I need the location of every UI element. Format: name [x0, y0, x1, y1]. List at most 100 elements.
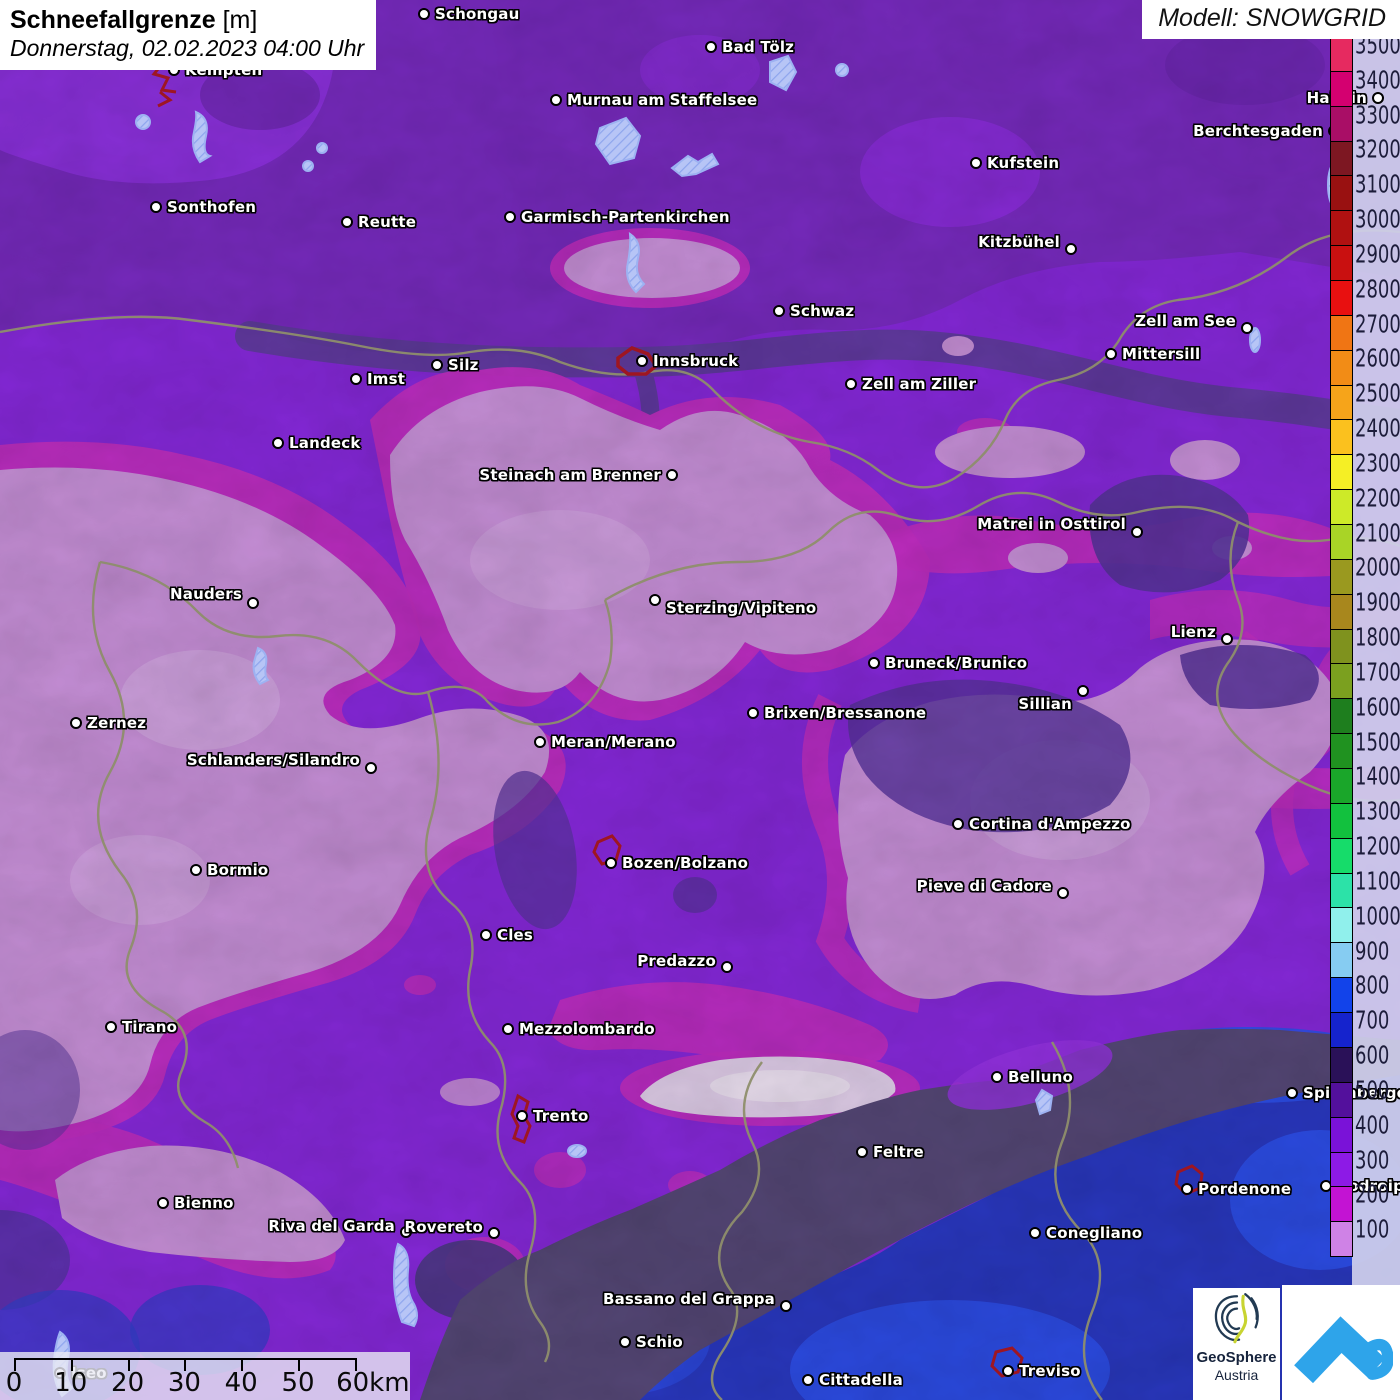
city-dot-icon	[802, 1374, 814, 1386]
colorbar-segment-2900	[1331, 245, 1352, 280]
city-landeck: Landeck	[272, 434, 361, 452]
city-label: Kitzbühel	[978, 233, 1060, 251]
city-label: Pieve di Cadore	[917, 877, 1052, 895]
colorbar-segment-1100	[1331, 873, 1352, 908]
colorbar-segment-2100	[1331, 524, 1352, 559]
colorbar-segment-100	[1331, 1221, 1352, 1256]
city-label: Matrei in Osttirol	[977, 515, 1126, 533]
city-dot-icon	[666, 469, 678, 481]
colorbar-segment-3000	[1331, 210, 1352, 245]
city-schio: Schio	[619, 1333, 683, 1351]
city-mittersill: Mittersill	[1105, 345, 1200, 363]
scalebar-label: 20	[111, 1368, 144, 1398]
colorbar-segment-2600	[1331, 350, 1352, 385]
colorbar-segment-900	[1331, 942, 1352, 977]
city-rovereto: Rovereto	[405, 1224, 500, 1242]
colorbar-segment-2400	[1331, 419, 1352, 454]
city-dot-icon	[649, 594, 661, 606]
city-label: Schlanders/Silandro	[187, 751, 360, 769]
city-label: Schwaz	[790, 302, 854, 320]
colorbar-segment-3100	[1331, 175, 1352, 210]
scalebar-label: 0	[6, 1368, 23, 1398]
city-zell-am-see: Zell am See	[1135, 319, 1253, 337]
city-label: Riva del Garda	[268, 1217, 395, 1235]
scalebar-label: 40	[225, 1368, 258, 1398]
city-belluno: Belluno	[991, 1068, 1073, 1086]
city-dot-icon	[991, 1071, 1003, 1083]
scalebar-label: 60km	[336, 1368, 409, 1398]
city-label: Mittersill	[1122, 345, 1200, 363]
city-cittadella: Cittadella	[802, 1371, 903, 1389]
city-tirano: Tirano	[105, 1018, 177, 1036]
city-meran-merano: Meran/Merano	[534, 733, 676, 751]
city-label: Tirano	[122, 1018, 177, 1036]
city-label: Zell am See	[1135, 312, 1236, 330]
city-dot-icon	[1241, 322, 1253, 334]
colorbar-segment-2500	[1331, 385, 1352, 420]
city-mezzolombardo: Mezzolombardo	[502, 1020, 655, 1038]
city-reutte: Reutte	[341, 213, 416, 231]
city-sterzing-vipiteno: Sterzing/Vipiteno	[649, 591, 816, 609]
colorbar-segment-1800	[1331, 629, 1352, 664]
city-label: Silz	[448, 356, 479, 374]
city-dot-icon	[1002, 1365, 1014, 1377]
city-riva-del-garda: Riva del Garda	[268, 1223, 412, 1241]
scalebar: 0 10 20 30 40 50 60km	[0, 1352, 410, 1400]
city-dot-icon	[365, 762, 377, 774]
city-dot-icon	[605, 857, 617, 869]
city-label: Feltre	[873, 1143, 924, 1161]
city-bienno: Bienno	[157, 1194, 234, 1212]
city-dot-icon	[480, 929, 492, 941]
city-label: Steinach am Brenner	[479, 466, 661, 484]
city-dot-icon	[970, 157, 982, 169]
city-dot-icon	[157, 1197, 169, 1209]
city-label: Pordenone	[1198, 1180, 1291, 1198]
city-schwaz: Schwaz	[773, 302, 854, 320]
city-label: Cittadella	[819, 1371, 903, 1389]
model-label: Modell: SNOWGRID	[1142, 0, 1400, 39]
scalebar-label: 30	[168, 1368, 201, 1398]
city-label: Conegliano	[1046, 1224, 1142, 1242]
city-dot-icon	[1372, 92, 1384, 104]
city-dot-icon	[272, 437, 284, 449]
city-dot-icon	[418, 8, 430, 20]
city-label: Murnau am Staffelsee	[567, 91, 757, 109]
colorbar-segment-300	[1331, 1152, 1352, 1187]
city-label: Innsbruck	[653, 352, 738, 370]
title-main: Schneefallgrenze	[10, 6, 216, 34]
city-label: Landeck	[289, 434, 361, 452]
city-dot-icon	[150, 201, 162, 213]
colorbar-segment-400	[1331, 1117, 1352, 1152]
city-cles: Cles	[480, 926, 533, 944]
city-cortina-d-ampezzo: Cortina d'Ampezzo	[952, 815, 1131, 833]
city-zell-am-ziller: Zell am Ziller	[845, 375, 976, 393]
scalebar-label: 50	[281, 1368, 314, 1398]
city-dot-icon	[636, 355, 648, 367]
city-dot-icon	[550, 94, 562, 106]
mountain-icon	[1289, 1291, 1393, 1395]
city-dot-icon	[1065, 243, 1077, 255]
city-dot-icon	[350, 373, 362, 385]
city-label: Reutte	[358, 213, 416, 231]
city-dot-icon	[619, 1336, 631, 1348]
city-garmisch-partenkirchen: Garmisch-Partenkirchen	[504, 208, 730, 226]
scalebar-label: 10	[54, 1368, 87, 1398]
page-title: Schneefallgrenze [m]	[10, 6, 364, 35]
city-feltre: Feltre	[856, 1143, 924, 1161]
geosphere-contour-icon	[1206, 1288, 1268, 1350]
city-dot-icon	[845, 378, 857, 390]
city-murnau-am-staffelsee: Murnau am Staffelsee	[550, 91, 757, 109]
city-pordenone: Pordenone	[1181, 1180, 1291, 1198]
colorbar-segment-1000	[1331, 907, 1352, 942]
city-label: Lienz	[1171, 623, 1216, 641]
city-matrei-in-osttirol: Matrei in Osttirol	[977, 523, 1143, 541]
city-dot-icon	[516, 1110, 528, 1122]
geosphere-name: GeoSphere	[1196, 1350, 1276, 1367]
city-bruneck-brunico: Bruneck/Brunico	[868, 654, 1027, 672]
city-label: Bassano del Grappa	[603, 1290, 775, 1308]
city-dot-icon	[780, 1300, 792, 1312]
city-layer: SchongauBad TölzKemptenMurnau am Staffel…	[0, 0, 1400, 1400]
city-label: Bruneck/Brunico	[885, 654, 1027, 672]
city-innsbruck: Innsbruck	[636, 352, 738, 370]
city-label: Mezzolombardo	[519, 1020, 655, 1038]
